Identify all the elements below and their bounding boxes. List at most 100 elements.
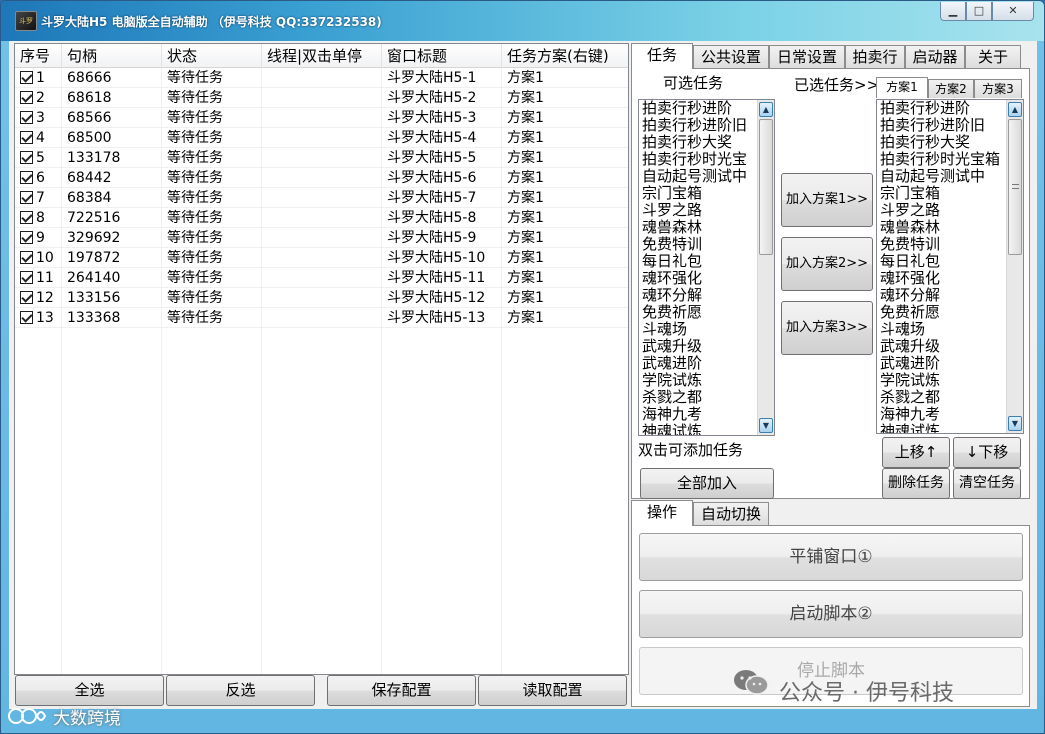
clear-tasks-button[interactable]: 清空任务	[953, 468, 1021, 499]
add-to-plan2-button[interactable]: 加入方案2>>	[781, 237, 873, 291]
list-item[interactable]: 武魂进阶	[877, 355, 1023, 372]
table-row[interactable]: 5 133178 等待任务 斗罗大陆H5-5 方案1	[15, 148, 628, 168]
cell-index[interactable]: 1	[15, 68, 62, 88]
list-item[interactable]: 每日礼包	[639, 253, 774, 270]
row-checkbox[interactable]	[20, 211, 33, 224]
table-row[interactable]: 1 68666 等待任务 斗罗大陆H5-1 方案1	[15, 68, 628, 88]
list-item[interactable]: 免费祈愿	[877, 304, 1023, 321]
cell-index[interactable]: 9	[15, 228, 62, 248]
row-checkbox[interactable]	[20, 111, 33, 124]
available-scrollbar[interactable]: ▲ ▼	[757, 100, 774, 435]
cell-index[interactable]: 7	[15, 188, 62, 208]
cell-index[interactable]: 3	[15, 108, 62, 128]
start-script-button[interactable]: 启动脚本②	[639, 590, 1023, 638]
tab-daily-settings[interactable]: 日常设置	[769, 45, 845, 69]
scroll-down-icon[interactable]: ▼	[759, 418, 773, 433]
plan-tab-3[interactable]: 方案3	[974, 79, 1022, 98]
list-item[interactable]: 拍卖行秒进阶	[639, 100, 774, 117]
select-all-button[interactable]: 全选	[15, 675, 164, 706]
row-checkbox[interactable]	[20, 131, 33, 144]
save-config-button[interactable]: 保存配置	[327, 675, 476, 706]
table-row[interactable]: 7 68384 等待任务 斗罗大陆H5-7 方案1	[15, 188, 628, 208]
tab-launcher[interactable]: 启动器	[905, 45, 965, 69]
list-item[interactable]: 拍卖行秒时光宝箱	[877, 151, 1023, 168]
cell-index[interactable]: 11	[15, 268, 62, 288]
column-index[interactable]: 序号	[15, 44, 62, 68]
list-item[interactable]: 魂环强化	[877, 270, 1023, 287]
list-item[interactable]: 武魂进阶	[639, 355, 774, 372]
row-checkbox[interactable]	[20, 271, 33, 284]
column-status[interactable]: 状态	[162, 44, 262, 68]
row-checkbox[interactable]	[20, 191, 33, 204]
list-item[interactable]: 拍卖行秒大奖	[639, 134, 774, 151]
row-checkbox[interactable]	[20, 251, 33, 264]
list-item[interactable]: 宗门宝箱	[877, 185, 1023, 202]
scroll-down-icon[interactable]: ▼	[1008, 416, 1022, 431]
cell-index[interactable]: 4	[15, 128, 62, 148]
list-item[interactable]: 斗罗之路	[639, 202, 774, 219]
cell-index[interactable]: 10	[15, 248, 62, 268]
list-item[interactable]: 拍卖行秒进阶	[877, 100, 1023, 117]
cell-index[interactable]: 8	[15, 208, 62, 228]
list-item[interactable]: 武魂升级	[877, 338, 1023, 355]
table-row[interactable]: 2 68618 等待任务 斗罗大陆H5-2 方案1	[15, 88, 628, 108]
list-item[interactable]: 神魂试炼	[639, 423, 774, 435]
list-item[interactable]: 拍卖行秒进阶旧	[639, 117, 774, 134]
tab-task[interactable]: 任务	[631, 43, 693, 69]
add-all-button[interactable]: 全部加入	[640, 468, 774, 499]
table-row[interactable]: 9 329692 等待任务 斗罗大陆H5-9 方案1	[15, 228, 628, 248]
table-row[interactable]: 6 68442 等待任务 斗罗大陆H5-6 方案1	[15, 168, 628, 188]
add-to-plan1-button[interactable]: 加入方案1>>	[781, 173, 873, 227]
list-item[interactable]: 海神九考	[639, 406, 774, 423]
scroll-up-icon[interactable]: ▲	[759, 102, 773, 117]
move-down-button[interactable]: ↓下移	[953, 437, 1021, 468]
close-button[interactable]: ✕	[992, 2, 1034, 21]
list-item[interactable]: 宗门宝箱	[639, 185, 774, 202]
table-row[interactable]: 13 133368 等待任务 斗罗大陆H5-13 方案1	[15, 308, 628, 328]
list-item[interactable]: 学院试炼	[639, 372, 774, 389]
row-checkbox[interactable]	[20, 311, 33, 324]
list-item[interactable]: 拍卖行秒时光宝	[639, 151, 774, 168]
cell-index[interactable]: 2	[15, 88, 62, 108]
list-item[interactable]: 杀戮之都	[877, 389, 1023, 406]
column-window-title[interactable]: 窗口标题	[382, 44, 502, 68]
row-checkbox[interactable]	[20, 171, 33, 184]
list-item[interactable]: 免费特训	[639, 236, 774, 253]
list-item[interactable]: 神魂试炼	[877, 423, 1023, 433]
list-item[interactable]: 魂环分解	[639, 287, 774, 304]
tab-operation[interactable]: 操作	[631, 500, 693, 526]
list-item[interactable]: 自动起号测试中	[639, 168, 774, 185]
cell-index[interactable]: 13	[15, 308, 62, 328]
list-item[interactable]: 海神九考	[877, 406, 1023, 423]
invert-selection-button[interactable]: 反选	[166, 675, 315, 706]
tab-auction[interactable]: 拍卖行	[845, 45, 905, 69]
list-item[interactable]: 斗魂场	[639, 321, 774, 338]
window-list[interactable]: 序号 句柄 状态 线程|双击单停 窗口标题 任务方案(右键) 1 68666 等待任…	[14, 43, 629, 675]
table-row[interactable]: 4 68500 等待任务 斗罗大陆H5-4 方案1	[15, 128, 628, 148]
table-row[interactable]: 10 197872 等待任务 斗罗大陆H5-10 方案1	[15, 248, 628, 268]
list-item[interactable]: 免费特训	[877, 236, 1023, 253]
cell-index[interactable]: 6	[15, 168, 62, 188]
row-checkbox[interactable]	[20, 71, 33, 84]
delete-task-button[interactable]: 删除任务	[882, 468, 950, 499]
tab-auto-switch[interactable]: 自动切换	[693, 502, 769, 526]
list-item[interactable]: 魂兽森林	[639, 219, 774, 236]
list-item[interactable]: 自动起号测试中	[877, 168, 1023, 185]
list-item[interactable]: 学院试炼	[877, 372, 1023, 389]
table-row[interactable]: 8 722516 等待任务 斗罗大陆H5-8 方案1	[15, 208, 628, 228]
scroll-thumb[interactable]	[759, 119, 773, 255]
table-row[interactable]: 3 68566 等待任务 斗罗大陆H5-3 方案1	[15, 108, 628, 128]
selected-scrollbar[interactable]: ▲ ▼	[1006, 100, 1023, 433]
column-handle[interactable]: 句柄	[62, 44, 162, 68]
list-item[interactable]: 魂环分解	[877, 287, 1023, 304]
table-row[interactable]: 12 133156 等待任务 斗罗大陆H5-12 方案1	[15, 288, 628, 308]
maximize-button[interactable]: □	[966, 2, 992, 21]
list-item[interactable]: 魂兽森林	[877, 219, 1023, 236]
list-item[interactable]: 杀戮之都	[639, 389, 774, 406]
column-thread[interactable]: 线程|双击单停	[262, 44, 382, 68]
row-checkbox[interactable]	[20, 291, 33, 304]
cell-index[interactable]: 5	[15, 148, 62, 168]
scroll-up-icon[interactable]: ▲	[1008, 102, 1022, 117]
list-item[interactable]: 斗魂场	[877, 321, 1023, 338]
available-task-list[interactable]: 拍卖行秒进阶 拍卖行秒进阶旧 拍卖行秒大奖 拍卖行秒时光宝 自动起号测试中 宗门宝箱 斗罗之…	[638, 99, 775, 436]
